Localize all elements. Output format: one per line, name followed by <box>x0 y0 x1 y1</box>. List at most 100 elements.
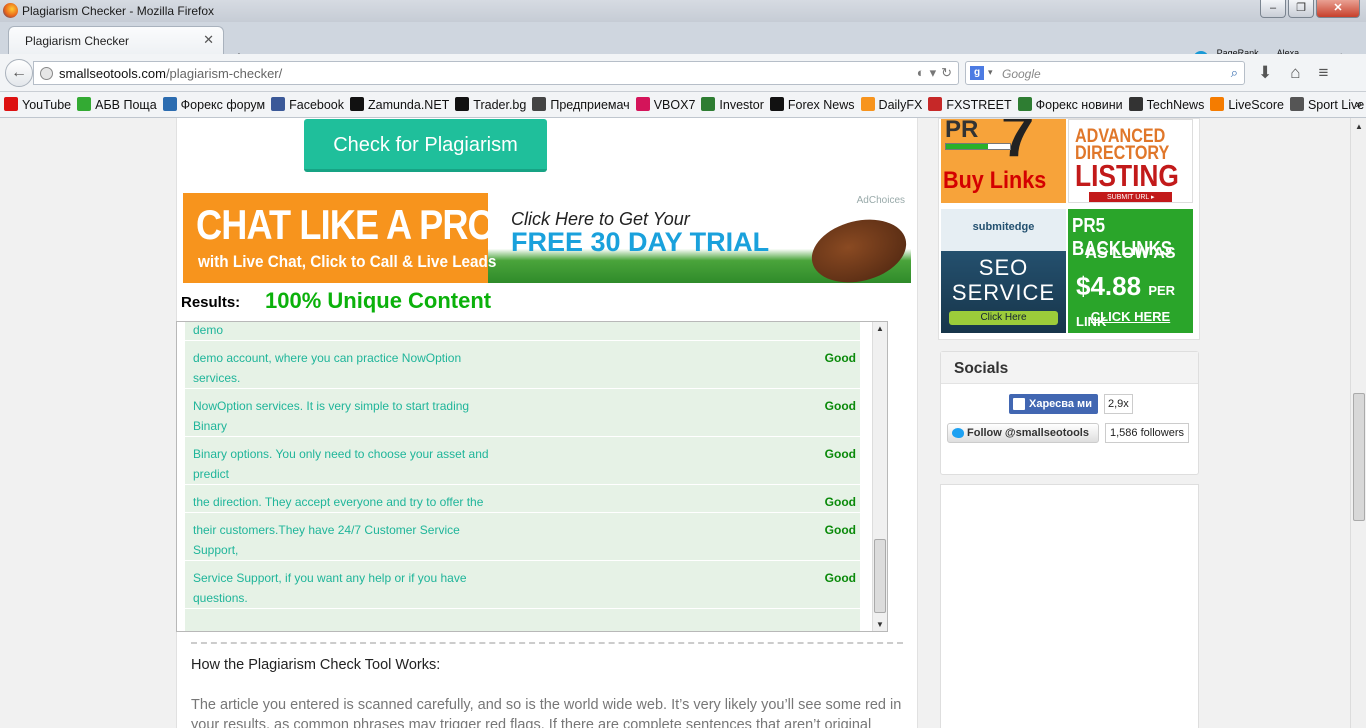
bookmark-item[interactable]: Zamunda.NET <box>350 97 449 112</box>
results-scrollbar[interactable]: ▲ ▼ <box>872 322 887 631</box>
pr5-click-here-link[interactable]: CLICK HERE <box>1068 309 1193 324</box>
result-text: demo account, where you can practice Now… <box>193 351 462 385</box>
nav-icons: ⬇ ⌂ ≡ <box>1258 63 1328 83</box>
close-window-button[interactable]: ✕ <box>1316 0 1360 18</box>
socials-title: Socials <box>954 360 1009 377</box>
url-path: /plagiarism-checker/ <box>165 66 283 81</box>
search-bar[interactable]: g ▾ Google ⌕ <box>965 61 1245 85</box>
bookmark-item[interactable]: VBOX7 <box>635 97 695 112</box>
scroll-up-icon[interactable]: ▲ <box>876 324 884 333</box>
submitedge-logo: submitedge <box>972 221 1035 233</box>
url-controls: ◐ ▾ ↻ <box>917 65 952 81</box>
search-input[interactable]: Google <box>1002 67 1041 81</box>
url-bar[interactable]: smallseotools.com/plagiarism-checker/ ◐ … <box>33 61 959 85</box>
result-row: demo account, where you can practice Now… <box>185 341 860 389</box>
pr5-price-value: $4.88 <box>1076 271 1142 301</box>
twitter-follow-button[interactable]: Follow @smallseotools <box>947 423 1099 443</box>
page-scroll-thumb[interactable] <box>1353 393 1365 521</box>
bookmark-label: YouTube <box>22 98 72 112</box>
bookmark-item[interactable]: Форекс форум <box>162 97 266 112</box>
results-box[interactable]: demo demo account, where you can practice… <box>176 321 888 632</box>
google-icon[interactable]: g <box>970 66 984 80</box>
bookmark-favicon-icon <box>1128 97 1143 111</box>
menu-icon[interactable]: ≡ <box>1319 63 1329 83</box>
directory-listing-ad[interactable]: ADVANCED DIRECTORY LISTING SUBMIT URL ▸ <box>1068 119 1193 203</box>
results-scroll-thumb[interactable] <box>874 539 886 613</box>
result-row: Binary options. You only need to choose … <box>185 437 860 485</box>
bookmark-favicon-icon <box>455 97 470 111</box>
bookmark-label: Forex News <box>787 98 855 112</box>
bookmark-item[interactable]: Facebook <box>271 97 344 112</box>
window-title: Plagiarism Checker - Mozilla Firefox <box>22 4 215 18</box>
result-row: the direction. They accept everyone and … <box>185 485 860 513</box>
socials-panel: Socials Харесва ми 2,9x Follow @smallseo… <box>940 351 1199 475</box>
back-icon[interactable]: ← <box>5 59 33 87</box>
page-scrollbar[interactable]: ▲ <box>1350 118 1366 728</box>
bookmark-item[interactable]: Sport Live <box>1289 97 1364 112</box>
bookmark-favicon-icon <box>701 97 716 111</box>
maximize-button[interactable]: ❐ <box>1288 0 1314 18</box>
pr5-backlinks-ad[interactable]: PR5 BACKLINKS AS LOW AS $4.88 PER LINK C… <box>1068 209 1193 333</box>
check-plagiarism-button[interactable]: Check for Plagiarism <box>304 119 547 172</box>
refresh-icon[interactable]: ↻ <box>941 65 952 81</box>
bookmark-item[interactable]: Форекс новини <box>1017 97 1123 112</box>
socials-header: Socials <box>941 352 1198 384</box>
seo-line2: SERVICE <box>951 280 1056 305</box>
sidebar-ads: PR 7 Buy Links ADVANCED DIRECTORY LISTING … <box>938 118 1200 340</box>
chat-ad-banner[interactable]: CHAT LIKE A PRO! with Live Chat, Click t… <box>183 193 911 283</box>
search-engine-dropdown-icon[interactable]: ▾ <box>988 67 993 78</box>
bookmark-label: Форекс форум <box>180 98 266 112</box>
home-icon[interactable]: ⌂ <box>1290 63 1300 83</box>
seo-line1: SEO <box>978 255 1029 280</box>
bookmark-item[interactable]: FXSTREET <box>928 97 1012 112</box>
scroll-down-icon[interactable]: ▼ <box>876 620 884 629</box>
page-content: Check for Plagiarism CHAT LIKE A PRO! wi… <box>0 118 1350 728</box>
bookmark-item[interactable]: АБВ Поща <box>77 97 157 112</box>
bookmark-label: Предприемач <box>550 98 630 112</box>
search-icon[interactable]: ⌕ <box>1231 65 1238 81</box>
results-list: demo demo account, where you can practice… <box>185 322 860 631</box>
result-row: NowOption services. It is very simple to… <box>185 389 860 437</box>
bookmark-label: TechNews <box>1146 98 1205 112</box>
twitter-follow-label: Follow @smallseotools <box>967 427 1089 439</box>
facebook-like-button[interactable]: Харесва ми <box>1009 394 1098 414</box>
close-tab-icon[interactable]: ✕ <box>203 32 214 48</box>
globe-icon <box>40 67 53 80</box>
seo-click-here-button[interactable]: Click Here <box>949 311 1058 325</box>
sidebar-empty-widget <box>940 484 1199 728</box>
result-text: the direction. They accept everyone and … <box>193 495 484 509</box>
result-status: Good <box>824 495 856 509</box>
facebook-like-label: Харесва ми <box>1029 398 1092 410</box>
download-icon[interactable]: ⬇ <box>1258 63 1272 83</box>
seo-service-ad[interactable]: submitedge SEO SERVICE Click Here <box>941 209 1066 333</box>
bookmark-item[interactable]: TechNews <box>1128 97 1205 112</box>
window-titlebar: Plagiarism Checker - Mozilla Firefox – ❐… <box>0 0 1366 22</box>
submit-url-label: SUBMIT URL ▸ <box>1089 192 1173 202</box>
football-image <box>805 210 911 283</box>
bookmark-item[interactable]: Trader.bg <box>455 97 526 112</box>
bookmark-label: АБВ Поща <box>95 98 157 112</box>
directory-ad-text: ADVANCED DIRECTORY LISTING <box>1075 127 1179 191</box>
bookmark-item[interactable]: Investor <box>701 97 764 112</box>
reload-site-icon[interactable]: ◐ <box>917 65 925 81</box>
url-text[interactable]: smallseotools.com/plagiarism-checker/ <box>59 66 282 81</box>
dropdown-icon[interactable]: ▾ <box>930 65 937 81</box>
bookmark-item[interactable]: DailyFX <box>860 97 922 112</box>
bookmark-favicon-icon <box>77 97 92 111</box>
pr7-buy-links-ad[interactable]: PR 7 Buy Links <box>941 119 1066 203</box>
bookmark-label: Facebook <box>289 98 345 112</box>
result-row: Service Support, if you want any help or… <box>185 561 860 609</box>
minimize-button[interactable]: – <box>1260 0 1286 18</box>
bookmark-item[interactable]: YouTube <box>4 97 71 112</box>
tab-bar: Plagiarism Checker ✕ + @ PageRank Alexa … <box>0 22 1366 67</box>
bookmarks-bar: YouTube АБВ Поща Форекс форум Facebook Zamun… <box>0 92 1366 118</box>
tab-plagiarism-checker[interactable]: Plagiarism Checker ✕ <box>8 26 224 54</box>
bookmark-item[interactable]: LiveScore <box>1210 97 1284 112</box>
unique-content-label: 100% Unique Content <box>265 288 492 313</box>
bookmarks-more-icon[interactable]: » <box>1355 97 1362 111</box>
bookmark-item[interactable]: Предприемач <box>532 97 630 112</box>
adchoices-label[interactable]: AdChoices <box>857 195 905 206</box>
page-scroll-up-icon[interactable]: ▲ <box>1355 122 1363 131</box>
result-status: Good <box>824 351 856 365</box>
bookmark-item[interactable]: Forex News <box>769 97 855 112</box>
